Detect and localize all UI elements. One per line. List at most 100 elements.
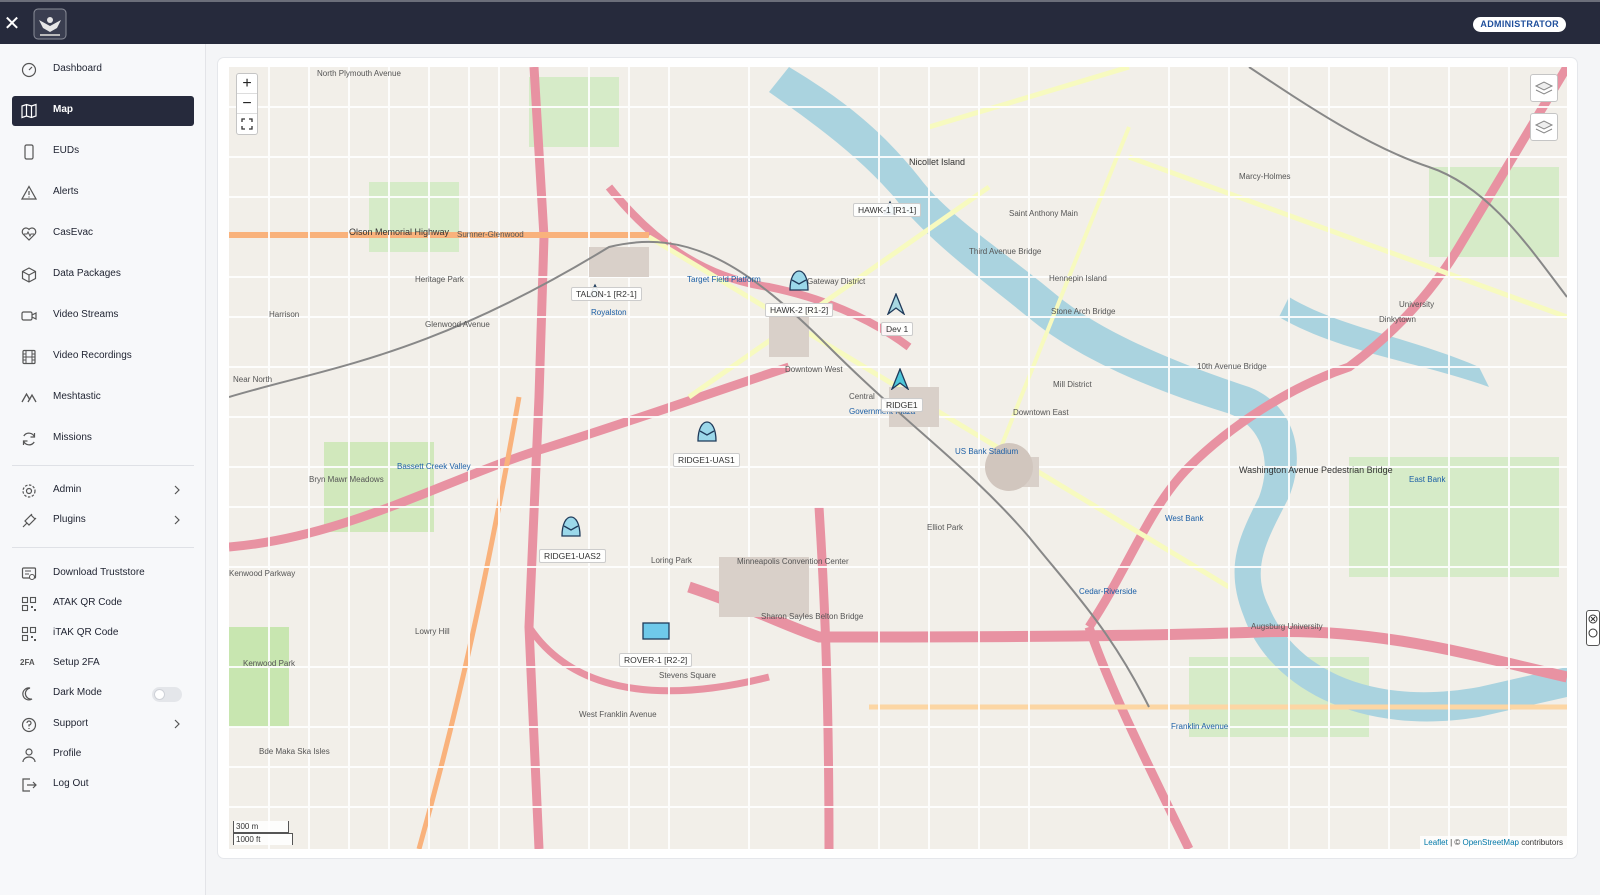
place-label: Franklin Avenue (1171, 722, 1229, 731)
sidebar-item-label: Missions (53, 432, 92, 443)
marker-label-ridge1-uas1[interactable]: RIDGE1-UAS1 (673, 453, 740, 467)
place-label: Gateway District (807, 277, 866, 286)
drone-marker[interactable] (696, 419, 718, 443)
2fa-icon: 2FA (20, 658, 35, 667)
layers-icon (1534, 81, 1554, 95)
top-bar: ✕ ADMINISTRATOR (0, 0, 1600, 44)
sidebar-item-missions[interactable]: Missions (12, 424, 194, 454)
place-label: Glenwood Avenue (425, 320, 490, 329)
marker-label-hawk-2[interactable]: HAWK-2 [R1-2] (765, 303, 834, 317)
right-gutter (1585, 44, 1600, 895)
sidebar-item-label: Dark Mode (53, 687, 102, 698)
marker-label-ridge1[interactable]: RIDGE1 (881, 398, 923, 412)
eagle-logo-icon[interactable] (33, 8, 67, 40)
marker-label-rover-1[interactable]: ROVER-1 [R2-2] (619, 653, 693, 667)
map-base-layer[interactable] (229, 67, 1567, 849)
gear-icon (22, 484, 36, 498)
sidebar-item-meshtastic[interactable]: Meshtastic (12, 383, 194, 413)
place-label: Bde Maka Ska Isles (259, 747, 330, 756)
divider (12, 465, 194, 466)
sidebar-item-dashboard[interactable]: Dashboard (12, 55, 194, 85)
map-scale: 300 m 1000 ft (233, 821, 293, 845)
marker-label-hawk-1[interactable]: HAWK-1 [R1-1] (853, 203, 922, 217)
place-label: Stevens Square (659, 671, 716, 680)
sidebar-item-map[interactable]: Map (12, 96, 194, 126)
place-label: Hennepin Island (1049, 274, 1107, 283)
place-label: Mill District (1053, 380, 1092, 389)
chevron-right-icon (174, 515, 180, 525)
close-icon (1588, 614, 1598, 638)
place-label: Harrison (269, 310, 300, 319)
sidebar-item-casevac[interactable]: CasEvac (12, 219, 194, 249)
marker-label-ridge1-uas2[interactable]: RIDGE1-UAS2 (539, 549, 606, 563)
sidebar-item-data-packages[interactable]: Data Packages (12, 260, 194, 290)
place-label: Downtown East (1013, 408, 1069, 417)
place-label: Stone Arch Bridge (1051, 307, 1116, 316)
sidebar-item-download-truststore[interactable]: Download Truststore (12, 559, 194, 589)
film-icon (22, 349, 36, 365)
sidebar-item-video-recordings[interactable]: Video Recordings (12, 342, 194, 372)
sidebar-item-video-streams[interactable]: Video Streams (12, 301, 194, 331)
sidebar-item-itak-qr-code[interactable]: iTAK QR Code (12, 619, 194, 649)
fullscreen-icon (241, 118, 253, 130)
osm-link[interactable]: OpenStreetMap (1462, 838, 1518, 847)
layer-switcher-button[interactable] (1530, 74, 1558, 102)
marker-label-talon-1[interactable]: TALON-1 [R2-1] (571, 287, 642, 301)
sidebar-item-alerts[interactable]: Alerts (12, 178, 194, 208)
dark-mode-toggle[interactable] (152, 687, 182, 702)
sidebar-item-label: Profile (53, 748, 82, 759)
sidebar-item-support[interactable]: Support (12, 710, 194, 740)
sidebar-item-atak-qr-code[interactable]: ATAK QR Code (12, 589, 194, 619)
zoom-in-button[interactable]: + (237, 74, 257, 94)
sidebar-item-setup-2fa[interactable]: 2FA Setup 2FA (12, 649, 194, 679)
zoom-out-button[interactable]: − (237, 94, 257, 114)
close-icon[interactable]: ✕ (2, 14, 22, 34)
place-label: West Franklin Avenue (579, 710, 657, 719)
sidebar-item-log-out[interactable]: Log Out (12, 770, 194, 800)
sidebar-item-label: Meshtastic (53, 391, 101, 402)
toggle-knob (154, 689, 165, 700)
arrow-marker[interactable] (891, 368, 909, 390)
alert-triangle-icon (21, 185, 37, 200)
map-attribution: Leaflet | © OpenStreetMap contributors (1419, 836, 1567, 849)
mesh-icon (21, 392, 37, 403)
arrow-marker[interactable] (887, 293, 905, 315)
sidebar-item-label: Setup 2FA (53, 657, 100, 668)
sidebar-item-admin[interactable]: Admin (12, 476, 194, 506)
divider (12, 547, 194, 548)
drone-marker[interactable] (560, 514, 582, 538)
place-label: Saint Anthony Main (1009, 209, 1078, 218)
place-label: Kenwood Park (243, 659, 296, 668)
sidebar-item-profile[interactable]: Profile (12, 740, 194, 770)
chevron-right-icon (174, 485, 180, 495)
scale-metric: 300 m (233, 821, 289, 833)
leaflet-link[interactable]: Leaflet (1424, 838, 1448, 847)
place-label: Sharon Sayles Belton Bridge (761, 612, 864, 621)
place-label: Loring Park (651, 556, 692, 565)
sidebar-item-label: Log Out (53, 778, 89, 789)
help-icon (21, 717, 37, 733)
sidebar-item-label: iTAK QR Code (53, 627, 119, 638)
marker-label-dev-1[interactable]: Dev 1 (881, 322, 914, 336)
fullscreen-button[interactable] (237, 114, 257, 134)
qr-code-icon (21, 626, 37, 642)
place-label: Olson Memorial Highway (349, 227, 450, 237)
map-view[interactable]: North Plymouth Avenue Olson Memorial Hig… (229, 67, 1567, 849)
certificate-icon (21, 567, 37, 581)
side-widget[interactable] (1586, 610, 1600, 646)
place-label: Augsburg University (1251, 622, 1323, 631)
attribution-suffix: contributors (1518, 838, 1563, 847)
sidebar-item-euds[interactable]: EUDs (12, 137, 194, 167)
place-label: Cedar-Riverside (1079, 587, 1137, 596)
sidebar-item-label: Support (53, 718, 89, 729)
chevron-right-icon (174, 719, 180, 729)
vehicle-marker[interactable] (642, 622, 670, 640)
sidebar-item-label: ATAK QR Code (53, 597, 123, 608)
place-label: Marcy-Holmes (1239, 172, 1291, 181)
sidebar-item-label: Plugins (53, 514, 86, 525)
overlay-switcher-button[interactable] (1530, 113, 1558, 141)
drone-marker[interactable] (788, 268, 810, 292)
sidebar-item-plugins[interactable]: Plugins (12, 506, 194, 536)
place-label: Washington Avenue Pedestrian Bridge (1239, 465, 1393, 475)
logout-icon (22, 778, 37, 792)
